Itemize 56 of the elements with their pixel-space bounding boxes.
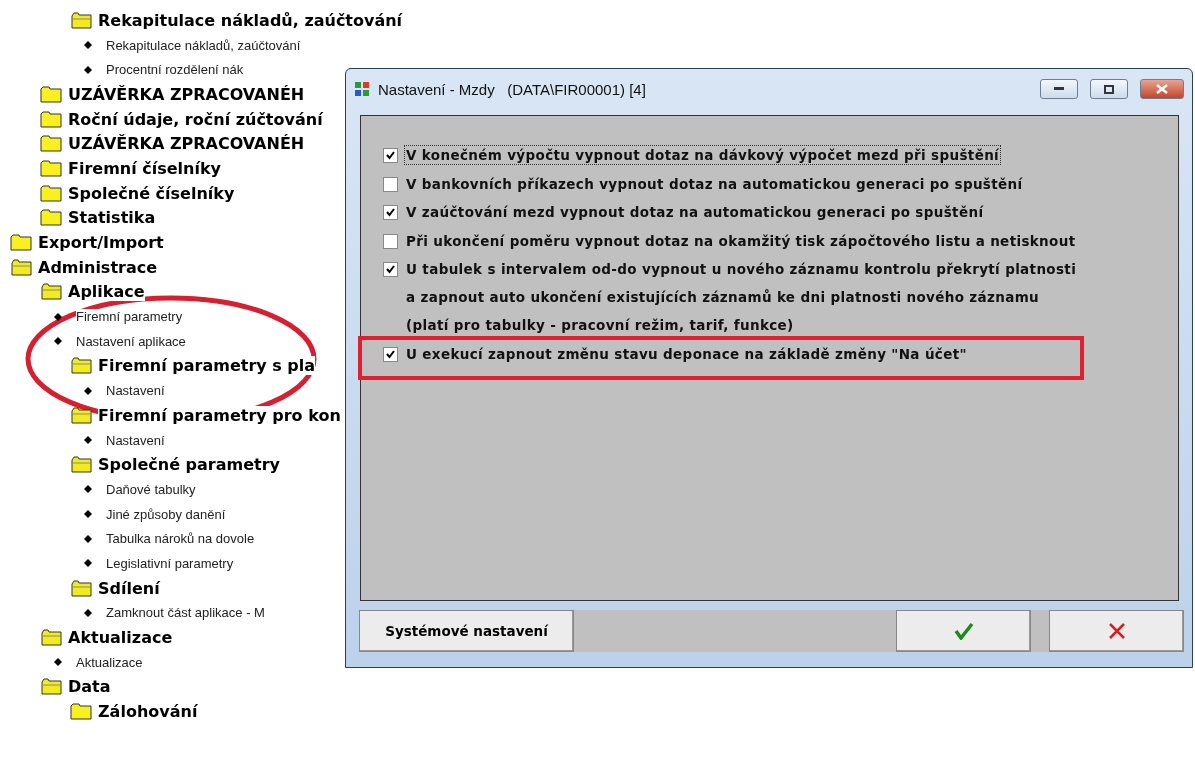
- maximize-icon: [1104, 84, 1114, 94]
- close-icon: [1156, 84, 1168, 94]
- app-icon: [354, 81, 370, 97]
- tree-item[interactable]: Rekapitulace nákladů, zaúčtování: [106, 37, 301, 53]
- bullet-icon: [84, 510, 92, 519]
- bullet-icon: [84, 608, 92, 617]
- option-label: V bankovních příkazech vypnout dotaz na automatickou generaci po spuštění: [405, 174, 1024, 194]
- tree-folder-label[interactable]: Společné číselníky: [68, 183, 235, 203]
- tree-folder-label[interactable]: Firemní parametry s pla: [98, 356, 316, 376]
- checkmark-icon: [386, 208, 395, 217]
- tree-item[interactable]: Jiné způsoby danění: [106, 506, 226, 522]
- checkbox[interactable]: [383, 148, 398, 163]
- option-label: Při ukončení poměru vypnout dotaz na okamžitý tisk zápočtového listu a netisknout: [405, 231, 1077, 251]
- checkbox[interactable]: [383, 205, 398, 220]
- maximize-button[interactable]: [1090, 79, 1128, 99]
- checkbox[interactable]: [383, 346, 398, 362]
- option-label: a zapnout auto ukončení existujících záznamů ke dni platnosti nového záznamu: [405, 288, 1041, 307]
- tree-item[interactable]: Firemní parametry: [76, 309, 183, 325]
- option-label: V zaúčtování mezd vypnout dotaz na automatickou generaci po spuštění: [405, 203, 985, 222]
- tree-folder-label[interactable]: Firemní číselníky: [68, 158, 222, 178]
- window-title: Nastavení - Mzdy (DATA\FIR00001) [4]: [378, 80, 647, 98]
- checkmark-icon: [953, 622, 974, 640]
- tree-folder-label[interactable]: Roční údaje, roční zúčtování: [68, 109, 323, 129]
- tree-folder-label[interactable]: Aplikace: [68, 282, 145, 302]
- minimize-button[interactable]: [1040, 79, 1078, 99]
- option-label: U tabulek s intervalem od-do vypnout u nového záznamu kontrolu překrytí platnosti: [405, 260, 1078, 279]
- bullet-icon: [84, 534, 92, 543]
- tree-folder-label[interactable]: Firemní parametry pro kon: [98, 405, 341, 425]
- tree-folder-label[interactable]: Společné parametry: [98, 455, 281, 475]
- checkmark-icon: [386, 151, 395, 160]
- tree-folder-label[interactable]: Rekapitulace nákladů, zaúčtování: [98, 10, 403, 30]
- option-label: (platí pro tabulky - pracovní režim, tarif, funkce): [405, 316, 795, 335]
- bullet-icon: [84, 436, 92, 445]
- checkbox[interactable]: [383, 262, 398, 277]
- system-settings-button[interactable]: Systémové nastavení: [359, 610, 574, 652]
- cancel-button[interactable]: [1049, 610, 1184, 652]
- option-label: V konečném výpočtu vypnout dotaz na dávkový výpočet mezd při spuštění: [404, 145, 1002, 165]
- bullet-icon: [84, 559, 92, 568]
- tree-item[interactable]: Zamknout část aplikace - M: [106, 605, 265, 621]
- bullet-icon: [54, 337, 62, 346]
- tree-folder-label[interactable]: Export/Import: [38, 233, 164, 253]
- close-icon: [1107, 622, 1126, 640]
- bullet-icon: [54, 658, 62, 667]
- ok-button[interactable]: [896, 610, 1031, 652]
- checkbox[interactable]: [383, 176, 398, 192]
- close-button[interactable]: [1140, 79, 1184, 99]
- bullet-icon: [84, 485, 92, 494]
- bullet-icon: [54, 312, 62, 321]
- checkmark-icon: [386, 349, 395, 359]
- bullet-icon: [84, 65, 92, 74]
- option-label: U exekucí zapnout změnu stavu deponace na základě změny "Na účet": [405, 344, 968, 364]
- minimize-icon: [1054, 87, 1064, 91]
- bullet-icon: [84, 41, 92, 50]
- checkbox[interactable]: [383, 233, 398, 249]
- checkmark-icon: [386, 265, 395, 274]
- bullet-icon: [84, 386, 92, 395]
